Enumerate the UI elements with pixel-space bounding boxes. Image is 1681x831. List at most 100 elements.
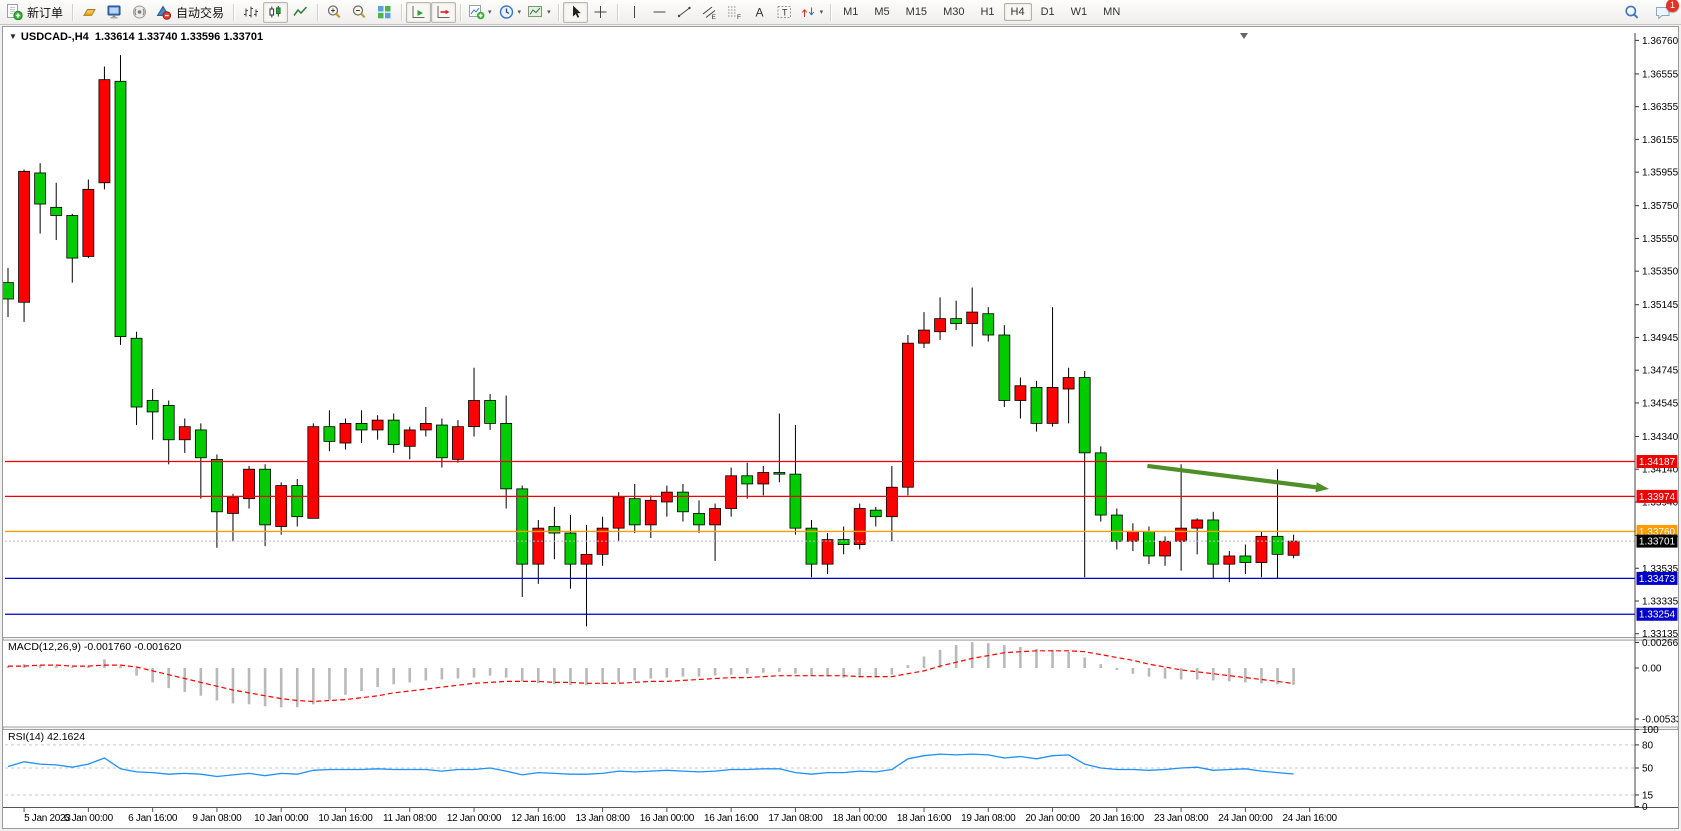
chart-shift-marker[interactable] [1240, 33, 1248, 39]
time-label: 18 Jan 16:00 [897, 813, 952, 824]
toolbar-separator [401, 4, 402, 21]
timeframe-mn-button[interactable]: MN [1096, 3, 1127, 21]
time-label: 10 Jan 16:00 [318, 813, 373, 824]
toolbar-notifications-button[interactable]: 1 [1650, 2, 1675, 23]
toolbar-indicators-button[interactable]: ▾ [465, 2, 495, 23]
candle-body [967, 312, 978, 323]
candle-body [244, 469, 255, 498]
toolbar-separator [460, 4, 461, 21]
toolbar-text-label-button[interactable]: T [772, 2, 797, 23]
toolbar-horizontal-line-button[interactable] [647, 2, 672, 23]
toolbar-trendline-button[interactable] [672, 2, 697, 23]
toolbar-equidistant-channel-button[interactable]: E [697, 2, 722, 23]
chart-window[interactable]: 1.367601.365551.363551.361551.359551.357… [2, 26, 1679, 829]
timeframe-m5-button[interactable]: M5 [867, 3, 896, 21]
candle-body [211, 459, 222, 511]
candle-body [99, 80, 110, 183]
timeframe-h1-button[interactable]: H1 [973, 3, 1001, 21]
candle-body [1240, 556, 1251, 563]
toolbar-auto-scroll-button[interactable] [406, 2, 431, 23]
price-badge-label: 1.33701 [1639, 537, 1676, 548]
toolbar-chart-line-button[interactable] [288, 2, 313, 23]
pane-splitter-rsi[interactable] [3, 727, 1678, 730]
candle-body [372, 420, 383, 430]
time-label: 23 Jan 08:00 [1154, 813, 1209, 824]
candle-body [1031, 387, 1042, 423]
price-badge-label: 1.33473 [1639, 574, 1676, 585]
toolbar-fibonacci-button[interactable]: F [722, 2, 747, 23]
rsi-axis-label: 100 [1642, 725, 1659, 736]
time-label: 6 Jan 00:00 [64, 813, 114, 824]
chevron-down-icon: ▾ [820, 8, 824, 16]
price-badge-label: 1.33974 [1639, 492, 1676, 503]
candle-body [436, 425, 447, 458]
new-order-icon [6, 4, 23, 20]
candle-body [1047, 387, 1058, 423]
toolbar-chart-shift-button[interactable] [431, 2, 456, 23]
timeframe-m1-button[interactable]: M1 [836, 3, 865, 21]
broadcast-icon [131, 4, 148, 20]
toolbar-remote-monitor-button[interactable] [102, 2, 127, 23]
rsi-axis-label: 15 [1642, 790, 1654, 801]
toolbar-zoom-in-button[interactable] [322, 2, 347, 23]
toolbar-new-order-button[interactable]: 新订单 [3, 2, 68, 23]
price-tick-label: 1.35550 [1642, 234, 1678, 245]
trend-arrow-head [1315, 482, 1329, 492]
toolbar-gold-ingot-button[interactable] [77, 2, 102, 23]
toolbar-text-button[interactable]: A [747, 2, 772, 23]
timeframe-h4-button[interactable]: H4 [1004, 3, 1032, 21]
toolbar-autotrading-button[interactable]: 自动交易 [152, 2, 229, 23]
candle-body [163, 405, 174, 439]
cursor-icon [567, 4, 584, 20]
toolbar-separator [830, 4, 831, 21]
toolbar-crosshair-button[interactable] [588, 2, 613, 23]
candle-body [1256, 536, 1267, 562]
toolbar-search-button[interactable] [1619, 2, 1644, 23]
timeframe-w1-button[interactable]: W1 [1064, 3, 1095, 21]
time-label: 6 Jan 16:00 [128, 813, 178, 824]
candle-body [292, 486, 303, 517]
time-label: 19 Jan 08:00 [961, 813, 1016, 824]
toolbar-tile-windows-button[interactable] [372, 2, 397, 23]
candle-body [501, 423, 512, 488]
toolbar-broadcast-button[interactable] [127, 2, 152, 23]
timeframe-m30-button[interactable]: M30 [936, 3, 971, 21]
toolbar-templates-button[interactable]: ▾ [524, 2, 554, 23]
candle-body [3, 283, 14, 299]
collapse-triangle-icon[interactable]: ▼ [9, 32, 17, 41]
candle-body [983, 314, 994, 335]
toolbar-vertical-line-button[interactable] [622, 2, 647, 23]
toolbar-periods-button[interactable]: ▾ [495, 2, 525, 23]
candle-body [308, 427, 319, 519]
toolbar-zoom-out-button[interactable] [347, 2, 372, 23]
toolbar-chart-candles-button[interactable] [263, 2, 288, 23]
candle-body [581, 554, 592, 564]
time-label: 17 Jan 08:00 [768, 813, 823, 824]
timeframe-m15-button[interactable]: M15 [899, 3, 934, 21]
text-label-icon: T [776, 4, 793, 20]
zoom-in-icon [326, 4, 343, 20]
candle-body [340, 423, 351, 443]
toolbar-separator [558, 4, 559, 21]
macd-axis-label: 0.00 [1642, 664, 1662, 675]
candle-body [67, 216, 78, 259]
candle-body [1079, 378, 1090, 453]
toolbar-cursor-button[interactable] [563, 2, 588, 23]
candle-body [227, 497, 238, 513]
toolbar-arrows-button[interactable]: ▾ [797, 2, 827, 23]
candle-body [677, 492, 688, 512]
fibonacci-icon: F [726, 4, 743, 20]
candle-body [758, 472, 769, 483]
timeframe-d1-button[interactable]: D1 [1034, 3, 1062, 21]
candle-body [694, 513, 705, 524]
candle-body [902, 343, 913, 487]
candle-body [1063, 378, 1074, 389]
candle-body [1176, 528, 1187, 541]
toolbar-chart-bars-button[interactable] [238, 2, 263, 23]
candle-body [404, 430, 415, 446]
pane-splitter-macd[interactable] [3, 638, 1678, 641]
chart-canvas[interactable]: 1.367601.365551.363551.361551.359551.357… [3, 27, 1678, 828]
candle-body [1160, 541, 1171, 556]
trend-arrow-line[interactable] [1147, 466, 1316, 487]
horizontal-line-icon [651, 4, 668, 20]
